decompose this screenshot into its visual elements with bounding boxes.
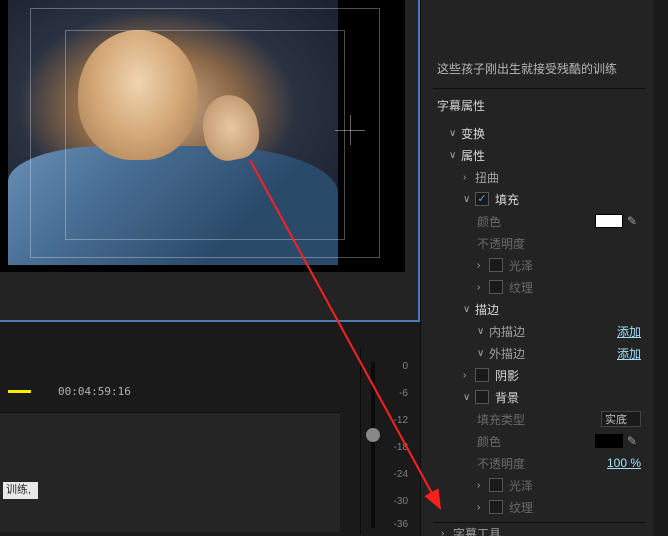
bg-opacity-value[interactable]: 100 % xyxy=(607,456,641,470)
property-stroke[interactable]: ∨ 描边 xyxy=(433,298,645,320)
property-label: 扭曲 xyxy=(475,169,645,186)
meter-tick: 0 xyxy=(382,362,408,372)
property-distort[interactable]: › 扭曲 xyxy=(433,166,645,188)
chevron-right-icon: › xyxy=(477,480,489,491)
property-label: 变换 xyxy=(461,125,645,142)
meter-tick: -12 xyxy=(382,416,408,426)
add-inner-stroke-link[interactable]: 添加 xyxy=(617,323,641,340)
property-attributes[interactable]: ∨ 属性 xyxy=(433,144,645,166)
property-label: 纹理 xyxy=(509,279,645,296)
property-label: 光泽 xyxy=(509,257,645,274)
chevron-right-icon: › xyxy=(477,282,489,293)
property-label: 阴影 xyxy=(495,367,645,384)
property-label: 属性 xyxy=(461,147,645,164)
audio-meter: 0 -6 -12 -18 -24 -30 -36 xyxy=(360,348,412,534)
panel-scrollbar[interactable] xyxy=(654,0,668,536)
property-label: 光泽 xyxy=(509,477,645,494)
property-label: 颜色 xyxy=(477,433,595,450)
caption-preview-text: 这些孩子刚出生就接受残酷的训练 xyxy=(433,0,645,89)
caption-clip[interactable]: 训练, xyxy=(3,482,38,499)
section-title-tools: › 字幕工具 xyxy=(433,522,645,536)
property-fill[interactable]: ∨ 填充 xyxy=(433,188,645,210)
property-label: 颜色 xyxy=(477,213,595,230)
property-shadow[interactable]: › 阴影 xyxy=(433,364,645,386)
add-outer-stroke-link[interactable]: 添加 xyxy=(617,345,641,362)
meter-tick: -36 xyxy=(382,520,408,530)
chevron-down-icon: ∨ xyxy=(449,128,461,139)
meter-tick: -24 xyxy=(382,470,408,480)
audio-meter-track[interactable] xyxy=(371,362,375,528)
chevron-down-icon: ∨ xyxy=(449,150,461,161)
property-background[interactable]: ∨ 背景 xyxy=(433,386,645,408)
chevron-down-icon: ∨ xyxy=(463,304,475,315)
timeline-area: 00:04:59:16 训练, xyxy=(0,324,420,536)
property-label: 填充 xyxy=(495,191,645,208)
chevron-right-icon: › xyxy=(463,370,475,381)
property-inner-stroke[interactable]: ∨ 内描边 添加 xyxy=(433,320,645,342)
shadow-checkbox[interactable] xyxy=(475,368,489,382)
crosshair-vertical xyxy=(350,115,351,145)
section-title-caption-properties: 字幕属性 xyxy=(433,89,645,122)
timeline-tracks[interactable] xyxy=(0,412,340,532)
property-fill-opacity: 不透明度 xyxy=(433,232,645,254)
property-bg-gloss[interactable]: › 光泽 xyxy=(433,474,645,496)
chevron-right-icon: › xyxy=(463,172,475,183)
property-fill-gloss[interactable]: › 光泽 xyxy=(433,254,645,276)
chevron-right-icon: › xyxy=(477,502,489,513)
gloss-checkbox[interactable] xyxy=(489,258,503,272)
chevron-down-icon: ∨ xyxy=(477,348,489,359)
chevron-right-icon: › xyxy=(441,528,453,536)
property-label: 不透明度 xyxy=(477,235,645,252)
property-transform[interactable]: ∨ 变换 xyxy=(433,122,645,144)
property-label: 纹理 xyxy=(509,499,645,516)
property-label: 填充类型 xyxy=(477,411,601,428)
meter-tick: -18 xyxy=(382,443,408,453)
texture-checkbox[interactable] xyxy=(489,280,503,294)
fill-type-select[interactable]: 实底 xyxy=(601,411,641,427)
property-bg-color: 颜色 ✎ xyxy=(433,430,645,452)
background-checkbox[interactable] xyxy=(475,390,489,404)
bg-gloss-checkbox[interactable] xyxy=(489,478,503,492)
meter-tick: -30 xyxy=(382,497,408,507)
property-label: 外描边 xyxy=(489,345,617,362)
tools-title-label: 字幕工具 xyxy=(453,525,645,536)
timeline-playhead-range[interactable] xyxy=(8,390,46,393)
properties-panel: 这些孩子刚出生就接受残酷的训练 字幕属性 ∨ 变换 ∨ 属性 › 扭曲 ∨ 填充… xyxy=(420,0,668,536)
video-preview-frame[interactable] xyxy=(0,0,405,272)
eyedropper-icon[interactable]: ✎ xyxy=(627,434,641,448)
video-frame-image xyxy=(8,0,338,265)
property-bg-texture[interactable]: › 纹理 xyxy=(433,496,645,518)
fill-checkbox[interactable] xyxy=(475,192,489,206)
chevron-down-icon: ∨ xyxy=(463,392,475,403)
bg-texture-checkbox[interactable] xyxy=(489,500,503,514)
fill-color-swatch[interactable] xyxy=(595,214,623,228)
property-bg-filltype: 填充类型 实底 xyxy=(433,408,645,430)
property-bg-opacity: 不透明度 100 % xyxy=(433,452,645,474)
property-outer-stroke[interactable]: ∨ 外描边 添加 xyxy=(433,342,645,364)
chevron-down-icon: ∨ xyxy=(477,326,489,337)
timecode-display[interactable]: 00:04:59:16 xyxy=(58,385,131,398)
property-label: 背景 xyxy=(495,389,645,406)
chevron-right-icon: › xyxy=(477,260,489,271)
property-fill-texture[interactable]: › 纹理 xyxy=(433,276,645,298)
audio-meter-scale: 0 -6 -12 -18 -24 -30 -36 xyxy=(378,362,408,528)
property-label: 描边 xyxy=(475,301,645,318)
property-fill-color: 颜色 ✎ xyxy=(433,210,645,232)
property-label: 不透明度 xyxy=(477,455,607,472)
eyedropper-icon[interactable]: ✎ xyxy=(627,214,641,228)
chevron-down-icon: ∨ xyxy=(463,194,475,205)
property-label: 内描边 xyxy=(489,323,617,340)
meter-tick: -6 xyxy=(382,389,408,399)
bg-color-swatch[interactable] xyxy=(595,434,623,448)
preview-area xyxy=(0,0,420,322)
timecode-bar: 00:04:59:16 xyxy=(8,380,308,402)
